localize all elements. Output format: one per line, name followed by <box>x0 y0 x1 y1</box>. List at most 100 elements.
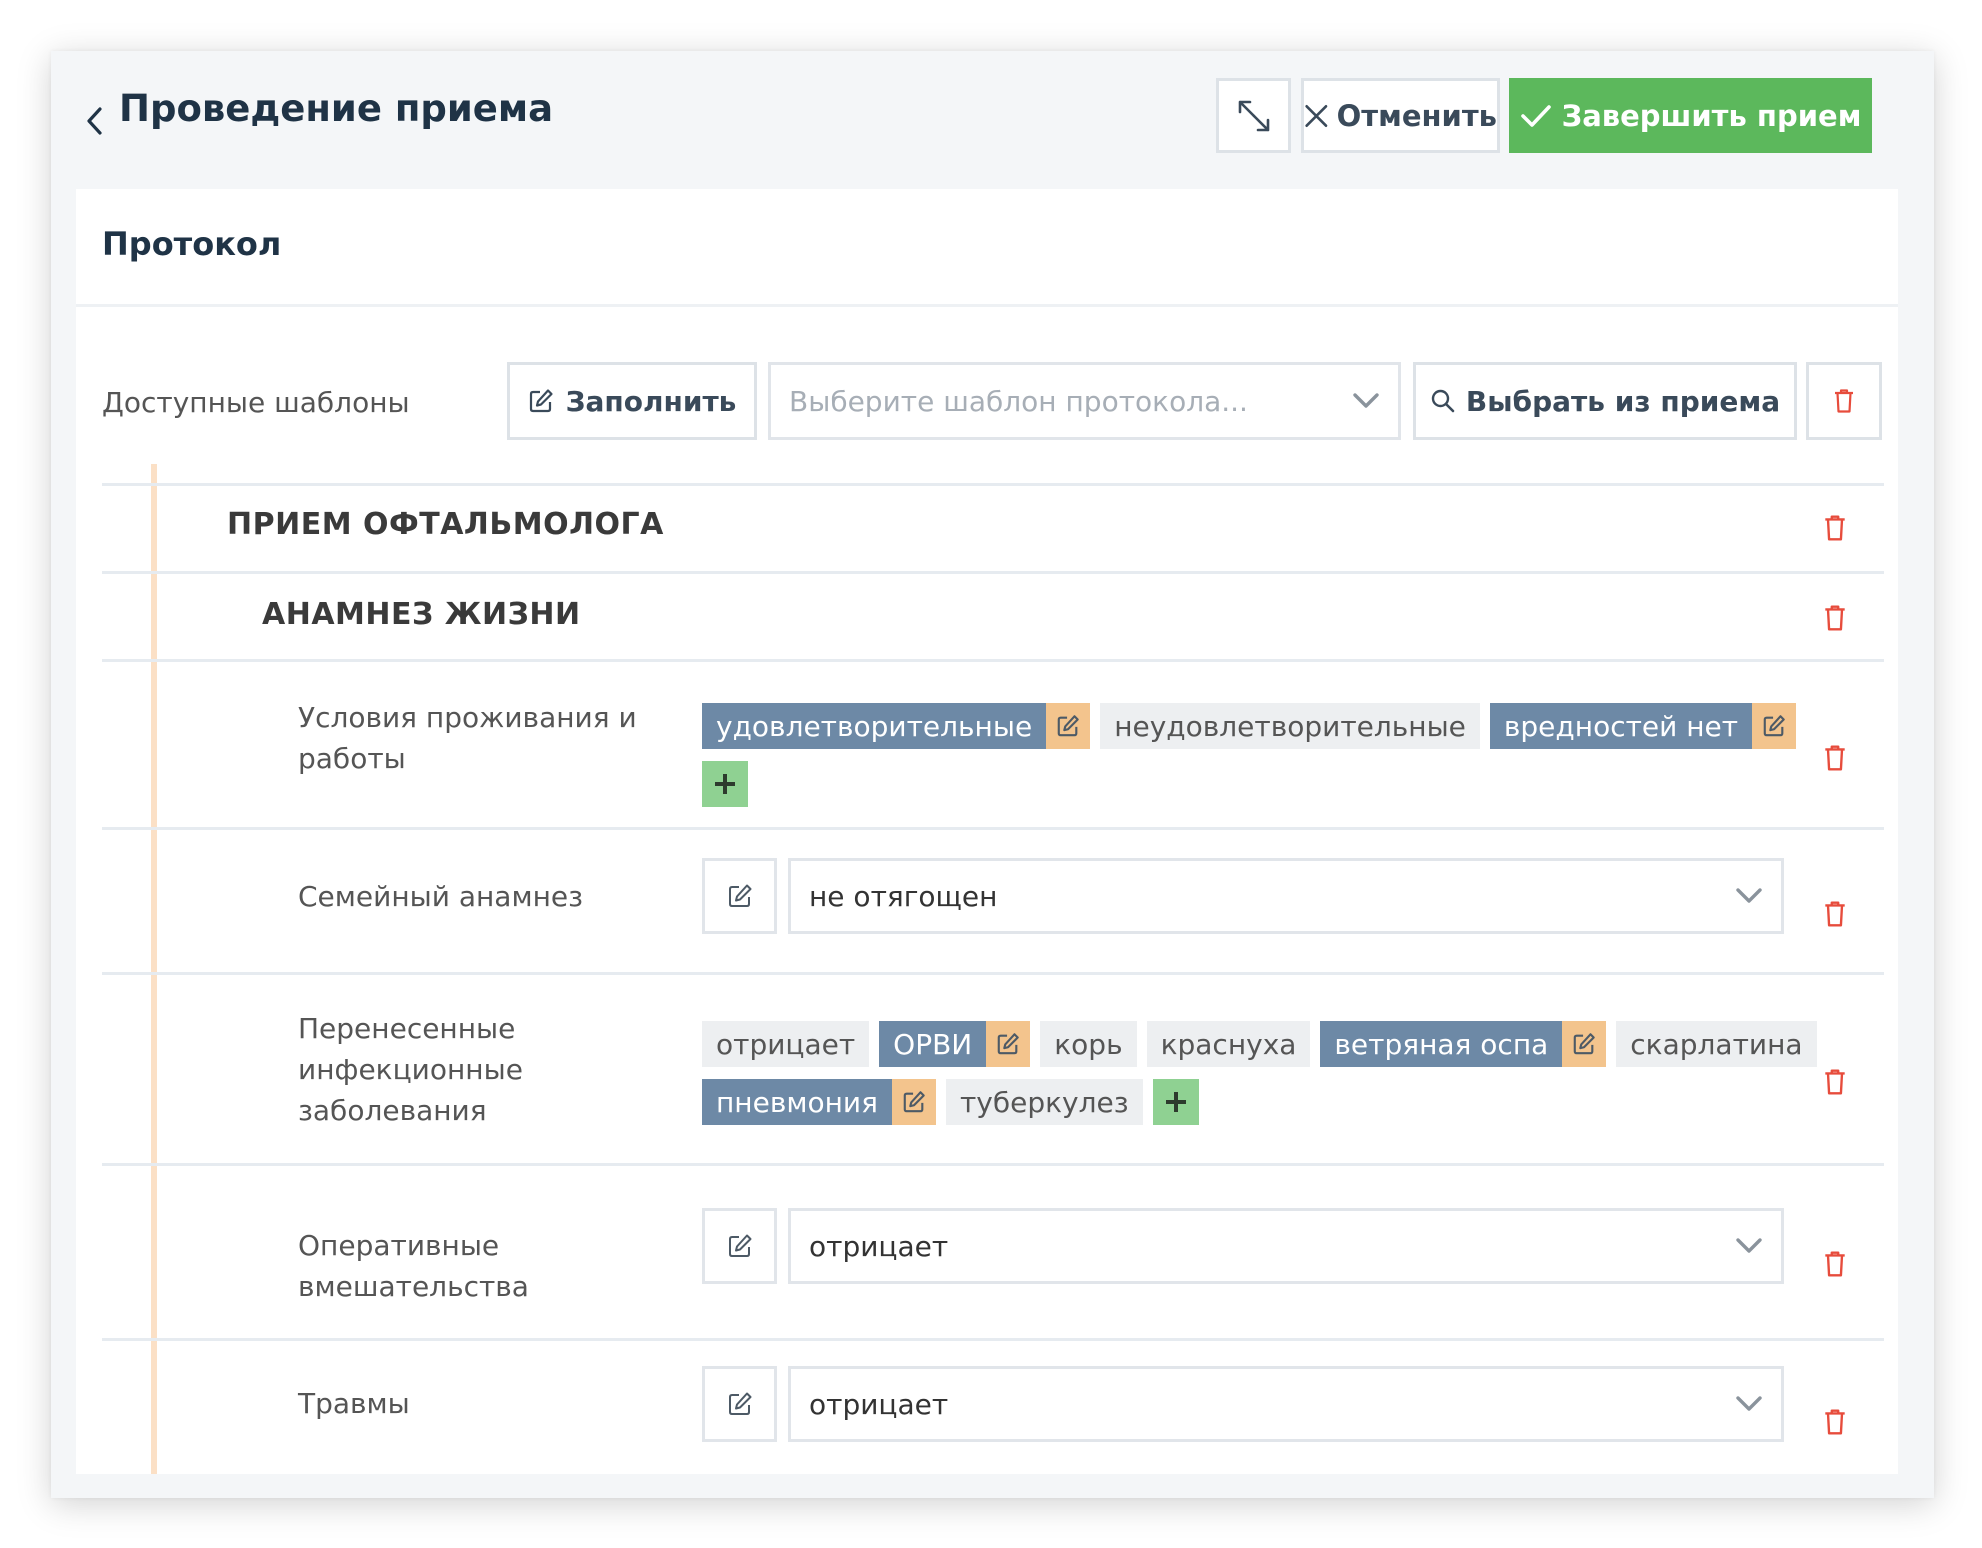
family-history-select[interactable]: не отягощен <box>788 858 1784 934</box>
trash-icon <box>1825 901 1845 927</box>
tag-label: удовлетворительные <box>702 703 1047 749</box>
tree-guide-line <box>151 464 157 1474</box>
tag-selected[interactable]: удовлетворительные <box>702 703 1091 749</box>
edit-icon <box>728 1234 751 1257</box>
page-title: Проведение приема <box>119 87 554 130</box>
divider <box>102 659 1884 662</box>
tag-label: пневмония <box>702 1079 892 1125</box>
divider <box>102 1163 1884 1166</box>
visit-window: Проведение приема Отменить Завершить при… <box>51 51 1934 1498</box>
edit-icon <box>1763 715 1785 737</box>
divider <box>102 483 1884 486</box>
edit-icon <box>997 1033 1020 1055</box>
tag-label: неудовлетворительные <box>1100 703 1480 749</box>
tag-edit-button[interactable] <box>1046 703 1091 749</box>
template-select[interactable]: Выберите шаблон протокола... <box>768 362 1401 440</box>
panel-header: Протокол <box>76 189 1898 307</box>
tag-selected[interactable]: ОРВИ <box>879 1021 1031 1067</box>
tag-edit-button[interactable] <box>1752 703 1797 749</box>
divider <box>102 972 1884 975</box>
select-value: отрицает <box>809 1229 949 1263</box>
trash-icon <box>1825 1409 1845 1435</box>
tag-label: ОРВИ <box>879 1021 987 1067</box>
pick-label: Выбрать из приема <box>1465 384 1781 418</box>
tag-selected[interactable]: пневмония <box>702 1079 936 1125</box>
tag-label: корь <box>1040 1021 1137 1067</box>
tag-label: ветряная оспа <box>1320 1021 1563 1067</box>
search-icon <box>1431 389 1455 413</box>
delete-section-main-button[interactable] <box>1820 511 1850 545</box>
plus-icon <box>715 774 735 794</box>
panel-title: Протокол <box>102 225 282 263</box>
chevron-down-icon <box>1736 1396 1762 1411</box>
tag-option[interactable]: краснуха <box>1146 1021 1311 1067</box>
tag-edit-button[interactable] <box>1562 1021 1607 1067</box>
tag-edit-button[interactable] <box>986 1021 1031 1067</box>
edit-icon <box>1057 715 1079 737</box>
back-button[interactable] <box>76 95 112 147</box>
tag-selected[interactable]: вредностей нет <box>1489 703 1797 749</box>
edit-icon <box>529 389 553 413</box>
chevron-down-icon <box>1353 393 1379 408</box>
header: Проведение приема Отменить Завершить при… <box>51 51 1934 188</box>
edit-icon <box>728 1392 751 1415</box>
tag-option[interactable]: туберкулез <box>945 1079 1143 1125</box>
surgery-select[interactable]: отрицает <box>788 1208 1784 1284</box>
edit-field-button[interactable] <box>702 1208 777 1284</box>
select-value: не отягощен <box>809 879 998 913</box>
chevron-left-icon <box>87 107 102 135</box>
select-value: отрицает <box>809 1387 949 1421</box>
edit-field-button[interactable] <box>702 858 777 934</box>
tag-label: краснуха <box>1146 1021 1311 1067</box>
templates-label: Доступные шаблоны <box>102 386 410 419</box>
infections-tags: отрицает ОРВИ корь краснуха ветряная осп… <box>702 1021 1842 1125</box>
field-label-surgery: Оперативные вмешательства <box>298 1229 529 1303</box>
tag-selected[interactable]: ветряная оспа <box>1320 1021 1607 1067</box>
trash-icon <box>1825 1069 1845 1095</box>
delete-field-injuries-button[interactable] <box>1820 1405 1850 1439</box>
delete-section-sub-button[interactable] <box>1820 601 1850 635</box>
pick-from-visit-button[interactable]: Выбрать из приема <box>1413 362 1797 440</box>
section-title-main: ПРИЕМ ОФТАЛЬМОЛОГА <box>227 507 664 542</box>
field-label-living-conditions: Условия проживания и работы <box>298 701 637 775</box>
tag-label: скарлатина <box>1616 1021 1817 1067</box>
divider <box>102 827 1884 830</box>
injuries-select[interactable]: отрицает <box>788 1366 1784 1442</box>
tag-option[interactable]: неудовлетворительные <box>1100 703 1480 749</box>
finish-visit-button[interactable]: Завершить прием <box>1509 78 1872 153</box>
fill-template-button[interactable]: Заполнить <box>507 362 757 440</box>
tag-option[interactable]: отрицает <box>702 1021 870 1067</box>
cancel-button[interactable]: Отменить <box>1301 78 1500 153</box>
tag-option[interactable]: скарлатина <box>1616 1021 1817 1067</box>
delete-field-infections-button[interactable] <box>1820 1065 1850 1099</box>
expand-button[interactable] <box>1216 78 1291 153</box>
edit-field-button[interactable] <box>702 1366 777 1442</box>
divider <box>102 571 1884 574</box>
delete-template-button[interactable] <box>1806 362 1882 440</box>
check-icon <box>1520 104 1551 127</box>
tag-label: вредностей нет <box>1489 703 1753 749</box>
field-label-family-history: Семейный анамнез <box>298 880 584 913</box>
add-tag-button[interactable] <box>1152 1079 1199 1125</box>
close-icon <box>1305 104 1328 127</box>
delete-field-living-button[interactable] <box>1820 741 1850 775</box>
template-select-placeholder: Выберите шаблон протокола... <box>789 384 1248 418</box>
delete-field-surgery-button[interactable] <box>1820 1247 1850 1281</box>
plus-icon <box>1165 1092 1186 1112</box>
edit-icon <box>1573 1033 1596 1055</box>
trash-icon <box>1835 389 1853 413</box>
section-title-sub: АНАМНЕЗ ЖИЗНИ <box>262 597 581 632</box>
trash-icon <box>1825 605 1845 631</box>
trash-icon <box>1825 745 1845 771</box>
divider <box>102 1338 1884 1341</box>
chevron-down-icon <box>1736 888 1762 903</box>
add-tag-button[interactable] <box>702 761 748 807</box>
tag-option[interactable]: корь <box>1040 1021 1137 1067</box>
living-conditions-tags: удовлетворительные неудовлетворительные … <box>702 703 1842 807</box>
tag-label: отрицает <box>702 1021 870 1067</box>
field-label-injuries: Травмы <box>298 1387 410 1420</box>
protocol-panel: Протокол Доступные шаблоны Заполнить Выб… <box>76 189 1898 1474</box>
tag-edit-button[interactable] <box>891 1079 936 1125</box>
edit-icon <box>903 1091 925 1113</box>
delete-field-family-button[interactable] <box>1820 897 1850 931</box>
